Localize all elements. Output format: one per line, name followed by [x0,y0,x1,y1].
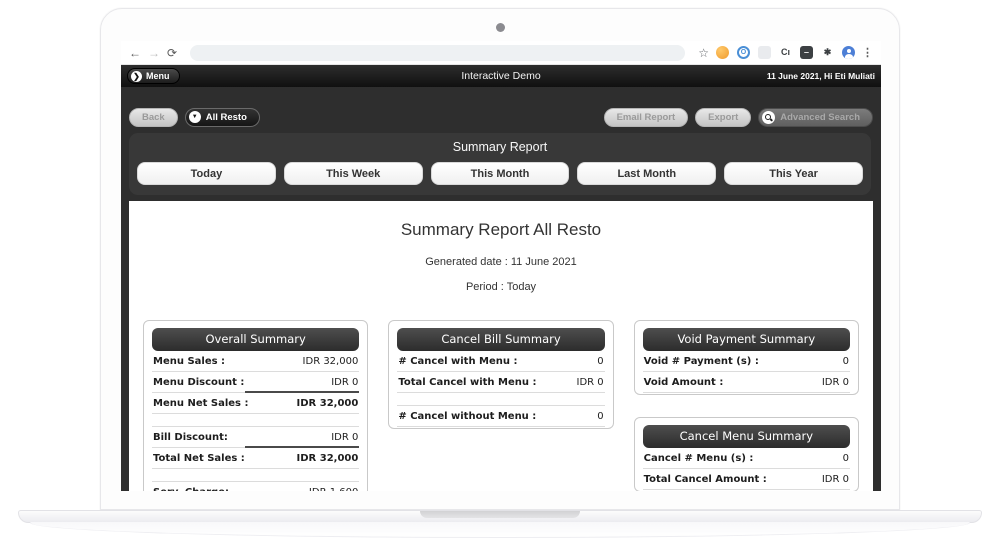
report-page: Back ▼ All Resto Email Report Export Adv… [121,87,881,491]
row-label: # Cancel without Menu : [398,411,537,422]
export-button[interactable]: Export [695,107,752,127]
cancel-menu-summary-card: Cancel Menu Summary Cancel # Menu (s) : 0 T… [633,417,859,491]
back-button[interactable]: Back [129,107,178,127]
forward-icon[interactable]: → [148,47,160,59]
row-value: IDR 32,000 [296,398,359,409]
card-title: Void Payment Summary [642,328,850,351]
summary-cards: Overall Summary Menu Sales : IDR 32,000 Men… [129,320,873,491]
webcam-dot [496,23,505,32]
row-label: Menu Net Sales : [153,398,249,409]
cards-col-2: Void Payment Summary Void # Payment (s) :… [633,320,859,491]
row-label: Bill Discount: [153,432,228,443]
row-label: # Cancel with Menu : [398,356,518,367]
reload-icon[interactable]: ⟳ [167,47,177,59]
row-value: IDR 32,000 [296,453,359,464]
row-value: IDR 0 [821,474,849,485]
data-row: Menu Sales : IDR 32,000 [152,351,360,372]
spacer-row [397,393,605,406]
cards-col-1: Cancel Bill Summary # Cancel with Menu : 0… [388,320,614,429]
email-report-button[interactable]: Email Report [603,107,689,127]
data-row: # Cancel without Menu : 0 [397,406,605,427]
data-row: Serv. Charge: IDR 1,600 [152,482,359,491]
row-value: 0 [842,453,849,464]
resto-filter-button[interactable]: ▼ All Resto [184,107,260,127]
tab-today[interactable]: Today [137,162,276,185]
row-value: 0 [842,356,849,367]
disabled-extension-icon[interactable] [758,46,771,59]
data-row: # Cancel with Menu : 0 [397,351,605,372]
emoji-extension-icon[interactable] [716,46,729,59]
trackpad-notch [420,511,580,518]
report-sheet: Summary Report All Resto Generated date … [129,201,873,491]
spacer-row [152,414,360,427]
report-toolbar: Back ▼ All Resto Email Report Export Adv… [129,105,873,129]
extension-icons: O Cı ‒ ✱ [716,46,855,59]
data-row: Total Cancel Amount : IDR 0 [642,469,850,490]
laptop-display: ← → ⟳ ☆ O Cı ‒ ✱ ⋮ ❯ Menu Interactive Demo … [121,41,881,491]
bookmark-star-icon[interactable]: ☆ [698,46,709,60]
laptop-frame: ← → ⟳ ☆ O Cı ‒ ✱ ⋮ ❯ Menu Interactive Demo … [100,8,900,510]
app-header: ❯ Menu Interactive Demo 11 June 2021, Hi… [121,65,881,87]
screenshot-extension-icon[interactable]: ‒ [800,46,813,59]
laptop-base-lip [30,522,970,538]
row-value: IDR 0 [821,377,849,388]
row-label: Cancel # Menu (s) : [643,453,754,464]
row-label: Menu Sales : [153,356,226,367]
back-icon[interactable]: ← [129,47,141,59]
row-value: IDR 32,000 [302,356,359,367]
data-row: Total Cancel with Menu : IDR 0 [397,372,605,393]
o-extension-icon[interactable]: O [737,46,750,59]
row-value: IDR 0 [331,377,359,388]
void-payment-summary-card: Void Payment Summary Void # Payment (s) :… [633,320,859,395]
overall-summary-card: Overall Summary Menu Sales : IDR 32,000 Men… [143,320,369,491]
report-tabs: Today This Week This Month Last Month This Y… [137,162,863,185]
row-label: Menu Discount : [153,377,245,388]
row-value: IDR 0 [331,432,359,443]
row-value: 0 [597,356,604,367]
card-title: Overall Summary [152,328,360,351]
row-value: IDR 0 [576,377,604,388]
chevron-down-icon: ▼ [188,111,201,123]
advanced-search-label: Advanced Search [780,111,860,123]
address-bar[interactable] [190,44,686,61]
row-value: 0 [597,411,604,422]
tab-this-month[interactable]: This Month [430,162,570,185]
advanced-search-button[interactable]: Advanced Search [758,107,873,127]
row-label: Void Amount : [643,377,724,388]
spacer-row [152,469,360,482]
tab-last-month[interactable]: Last Month [577,162,717,185]
tab-this-year[interactable]: This Year [724,162,863,185]
tab-this-week[interactable]: This Week [283,162,423,185]
search-icon [762,110,776,124]
row-label: Total Cancel with Menu : [398,377,537,388]
row-label: Void # Payment (s) : [643,356,759,367]
report-period: Period : Today [465,281,537,293]
resto-filter-label: All Resto [205,111,247,123]
row-label: Total Net Sales : [153,453,245,464]
summary-report-panel: Summary Report Today This Week This Month L… [129,133,871,195]
data-row: Cancel # Menu (s) : 0 [642,448,850,469]
generated-date: Generated date : 11 June 2021 [425,256,577,268]
row-value: IDR 1,600 [309,487,358,491]
row-label: Total Cancel Amount : [643,474,767,485]
data-row: Void Amount : IDR 0 [642,372,850,393]
cancel-bill-summary-card: Cancel Bill Summary # Cancel with Menu : 0… [388,320,614,429]
user-greeting: 11 June 2021, Hi Eti Muliati [766,71,875,81]
data-row: Total Net Sales : IDR 32,000 [152,448,360,469]
report-title: Summary Report All Resto [400,220,602,239]
browser-toolbar: ← → ⟳ ☆ O Cı ‒ ✱ ⋮ [121,41,881,65]
browser-menu-icon[interactable]: ⋮ [862,46,873,59]
data-row: Void # Payment (s) : 0 [642,351,850,372]
profile-avatar-icon[interactable] [842,46,855,59]
card-title: Cancel Bill Summary [397,328,605,351]
data-row: Bill Discount: IDR 0 [152,427,360,448]
ci-extension-icon[interactable]: Cı [779,46,792,59]
row-label: Serv. Charge: [153,487,229,491]
star-extension-icon[interactable]: ✱ [821,46,834,59]
data-row: Menu Discount : IDR 0 [152,372,360,393]
cards-col-0: Overall Summary Menu Sales : IDR 32,000 Men… [143,320,369,491]
card-title: Cancel Menu Summary [642,425,850,448]
data-row: Menu Net Sales : IDR 32,000 [152,393,360,414]
summary-report-heading: Summary Report [452,140,548,154]
